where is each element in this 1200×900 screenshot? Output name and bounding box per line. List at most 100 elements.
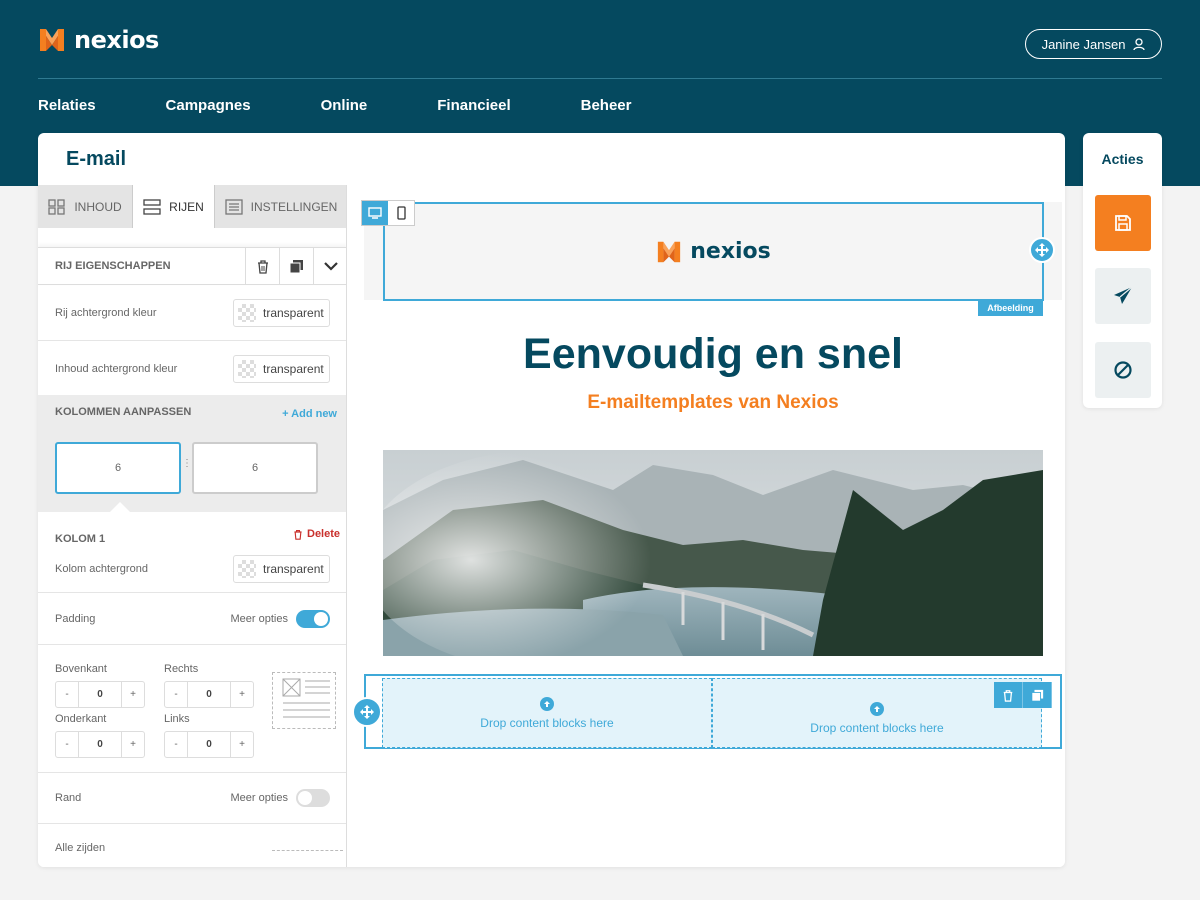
hero-image[interactable] xyxy=(383,450,1043,656)
border-more-options-label: Meer opties xyxy=(230,792,288,804)
delete-label: Delete xyxy=(307,528,341,540)
row-bg-color-input[interactable]: transparent xyxy=(233,298,330,327)
trash-icon xyxy=(294,529,302,540)
increment-button[interactable]: + xyxy=(231,682,253,707)
collapse-button[interactable] xyxy=(313,247,346,285)
duplicate-icon xyxy=(1030,689,1043,702)
plus-icon: + xyxy=(282,408,289,420)
padding-more-options-toggle[interactable] xyxy=(296,609,330,628)
column-bg-label: Kolom achtergrond xyxy=(55,562,148,575)
row-bg-value: transparent xyxy=(263,305,324,320)
column-resize-handle-icon[interactable]: ⋮⋮ xyxy=(182,459,202,475)
padding-left-stepper[interactable]: - 0 + xyxy=(164,731,254,758)
decrement-button[interactable]: - xyxy=(56,682,78,707)
desktop-view-button[interactable] xyxy=(362,201,388,225)
mobile-icon xyxy=(396,206,406,220)
padding-top-stepper[interactable]: - 0 + xyxy=(55,681,145,708)
nav-item-campagnes[interactable]: Campagnes xyxy=(166,97,251,114)
row-tools xyxy=(994,682,1052,708)
tab-instellingen-label: INSTELLINGEN xyxy=(250,199,338,214)
image-block-label: Afbeelding xyxy=(978,300,1043,316)
add-new-label: Add new xyxy=(291,408,337,420)
nav-item-beheer[interactable]: Beheer xyxy=(581,97,632,114)
padding-right-value[interactable]: 0 xyxy=(187,682,231,707)
nav-item-financieel[interactable]: Financieel xyxy=(437,97,510,114)
move-arrows-icon xyxy=(1035,243,1049,257)
content-bg-label: Inhoud achtergrond kleur xyxy=(55,362,178,375)
delete-row-button[interactable] xyxy=(245,247,279,285)
padding-right-label: Rechts xyxy=(164,663,199,675)
drop-zone-text-2: Drop content blocks here xyxy=(810,720,944,735)
padding-top-value[interactable]: 0 xyxy=(78,682,122,707)
column-1-box[interactable]: 6 xyxy=(55,442,181,494)
drop-zone-column-2[interactable]: Drop content blocks here xyxy=(712,678,1042,748)
duplicate-row-button[interactable] xyxy=(279,247,313,285)
row-properties-title: RIJ EIGENSCHAPPEN xyxy=(55,260,171,272)
add-column-button[interactable]: + Add new xyxy=(282,408,337,420)
padding-left-label: Links xyxy=(164,713,190,725)
email-subheadline[interactable]: E-mailtemplates van Nexios xyxy=(364,392,1062,414)
rows-icon xyxy=(143,198,161,215)
column-1-width: 6 xyxy=(114,462,122,474)
tab-instellingen[interactable]: INSTELLINGEN xyxy=(215,185,346,228)
columns-title: KOLOMMEN AANPASSEN xyxy=(55,406,192,418)
padding-bottom-value[interactable]: 0 xyxy=(78,732,122,757)
content-bg-color-field: Inhoud achtergrond kleur transparent xyxy=(38,341,346,396)
tab-inhoud[interactable]: INHOUD xyxy=(38,185,133,228)
user-menu-button[interactable]: Janine Jansen xyxy=(1025,29,1162,59)
column-pointer xyxy=(110,502,130,512)
duplicate-icon xyxy=(289,259,303,273)
delete-row-canvas-button[interactable] xyxy=(994,682,1023,708)
empty-two-column-row[interactable]: Drop content blocks here Drop content bl… xyxy=(364,674,1062,749)
drop-zone-column-1[interactable]: Drop content blocks here xyxy=(382,678,712,748)
delete-column-button[interactable]: Delete xyxy=(293,528,340,540)
top-divider xyxy=(38,78,1162,79)
padding-top-label: Bovenkant xyxy=(55,663,107,675)
nexios-logo[interactable]: nexios xyxy=(38,26,159,54)
increment-button[interactable]: + xyxy=(231,732,253,757)
move-row-handle[interactable] xyxy=(352,697,382,727)
column-1-title: KOLOM 1 xyxy=(55,533,106,545)
user-name: Janine Jansen xyxy=(1041,36,1126,52)
row-properties-header: RIJ EIGENSCHAPPEN xyxy=(38,247,346,285)
duplicate-row-canvas-button[interactable] xyxy=(1023,682,1052,708)
tab-rijen[interactable]: RIJEN xyxy=(133,185,215,228)
email-editor-card: E-mail INHOUD RIJEN INSTELLINGEN RIJ EIG… xyxy=(38,133,1065,867)
column-2-width: 6 xyxy=(251,462,259,474)
row-bg-color-field: Rij achtergrond kleur transparent xyxy=(38,285,346,341)
column-2-box[interactable]: 6 xyxy=(192,442,318,494)
transparent-swatch-icon xyxy=(238,559,256,578)
move-arrows-icon xyxy=(360,705,374,719)
increment-button[interactable]: + xyxy=(122,682,144,707)
column-bg-field: Kolom achtergrond transparent xyxy=(38,545,346,593)
upload-arrow-icon xyxy=(870,701,884,716)
nexios-logo-icon xyxy=(658,241,681,262)
decrement-button[interactable]: - xyxy=(165,682,187,707)
padding-bottom-stepper[interactable]: - 0 + xyxy=(55,731,145,758)
padding-left-value[interactable]: 0 xyxy=(187,732,231,757)
cancel-icon xyxy=(1114,361,1132,379)
move-block-handle[interactable] xyxy=(1029,237,1055,263)
decrement-button[interactable]: - xyxy=(165,732,187,757)
mobile-view-button[interactable] xyxy=(388,201,414,225)
decrement-button[interactable]: - xyxy=(56,732,78,757)
transparent-swatch-icon xyxy=(238,303,256,322)
padding-field: Padding Meer opties xyxy=(38,593,346,645)
device-toggle xyxy=(361,200,415,226)
padding-bottom-label: Onderkant xyxy=(55,713,107,725)
grid-icon xyxy=(48,198,65,215)
logo-text: nexios xyxy=(74,26,159,54)
column-bg-color-input[interactable]: transparent xyxy=(233,554,330,583)
email-headline[interactable]: Eenvoudig en snel xyxy=(364,330,1062,379)
padding-right-stepper[interactable]: - 0 + xyxy=(164,681,254,708)
send-button[interactable] xyxy=(1095,268,1151,324)
nav-item-online[interactable]: Online xyxy=(321,97,368,114)
increment-button[interactable]: + xyxy=(122,732,144,757)
content-bg-color-input[interactable]: transparent xyxy=(233,354,330,383)
save-button[interactable] xyxy=(1095,195,1151,251)
image-block-selected[interactable]: nexios xyxy=(383,202,1044,301)
cancel-button[interactable] xyxy=(1095,342,1151,398)
padding-preview-icon xyxy=(272,672,336,729)
nav-item-relaties[interactable]: Relaties xyxy=(38,97,96,114)
border-more-options-toggle[interactable] xyxy=(296,789,330,807)
